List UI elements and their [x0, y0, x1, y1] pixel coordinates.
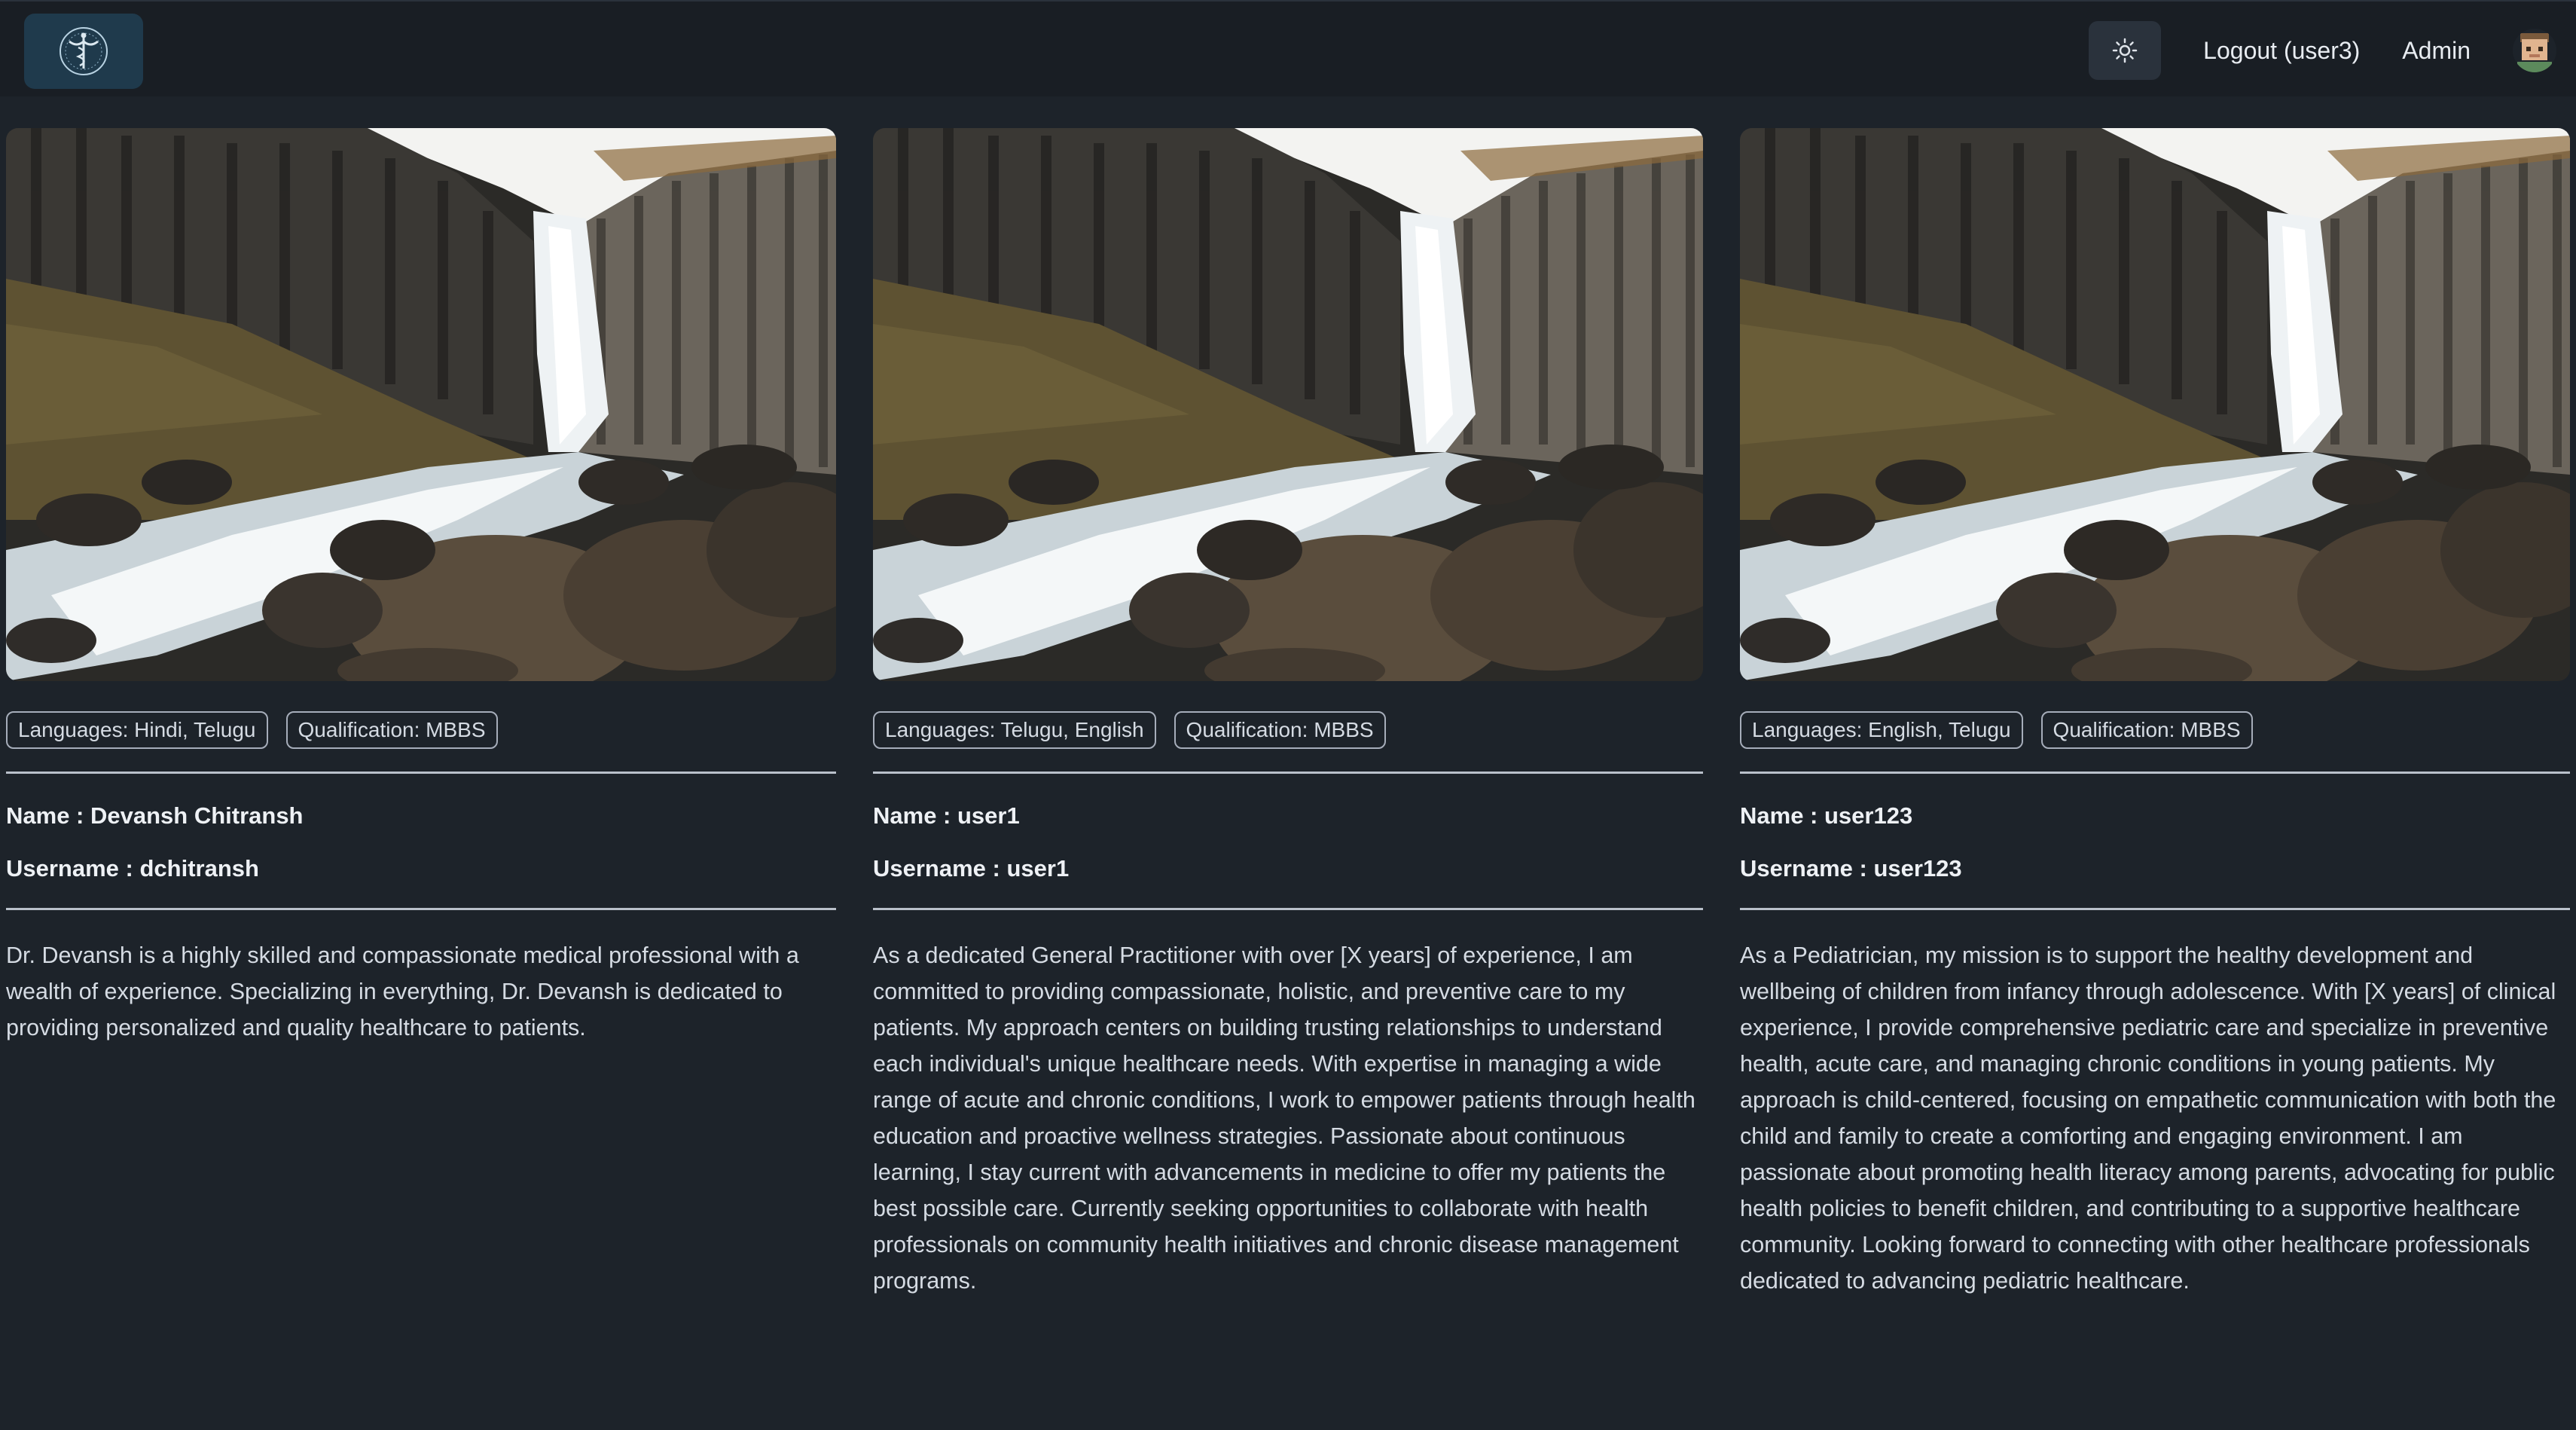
doctor-name: Name : user123 — [1740, 802, 1913, 829]
doctor-username: Username : dchitransh — [6, 855, 259, 882]
doctor-bio: Dr. Devansh is a highly skilled and comp… — [6, 943, 799, 1040]
divider — [1740, 908, 2570, 910]
doctor-username: Username : user1 — [873, 855, 1070, 882]
languages-badge: Languages: English, Telugu — [1740, 711, 2023, 749]
doctor-card: Languages: Telugu, English Qualification… — [873, 128, 1703, 1299]
languages-badge: Languages: Telugu, English — [873, 711, 1156, 749]
admin-link[interactable]: Admin — [2402, 37, 2471, 65]
navbar: Logout (user3) Admin — [0, 0, 2576, 96]
navbar-actions: Logout (user3) Admin — [2089, 21, 2556, 80]
theme-toggle-button[interactable] — [2089, 21, 2162, 80]
waterfall-photo — [1740, 128, 2570, 681]
user-avatar-icon[interactable] — [2513, 29, 2556, 72]
waterfall-photo — [873, 128, 1703, 681]
waterfall-photo — [6, 128, 836, 681]
divider — [6, 908, 836, 910]
logout-link[interactable]: Logout (user3) — [2203, 37, 2360, 65]
languages-badge: Languages: Hindi, Telugu — [6, 711, 268, 749]
qualification-badge: Qualification: MBBS — [1174, 711, 1386, 749]
divider — [873, 908, 1703, 910]
doctor-username: Username : user123 — [1740, 855, 1962, 882]
divider — [6, 772, 836, 774]
doctor-name: Name : Devansh Chitransh — [6, 802, 304, 829]
qualification-badge: Qualification: MBBS — [2040, 711, 2253, 749]
badge-row: Languages: Telugu, English Qualification… — [873, 711, 1703, 749]
doctor-card: Languages: English, Telugu Qualification… — [1740, 128, 2570, 1299]
badge-row: Languages: Hindi, Telugu Qualification: … — [6, 711, 836, 749]
doctor-card: Languages: Hindi, Telugu Qualification: … — [6, 128, 836, 1046]
doctor-cards-grid: Languages: Hindi, Telugu Qualification: … — [6, 128, 2570, 1409]
qualification-badge: Qualification: MBBS — [285, 711, 498, 749]
doctor-bio: As a Pediatrician, my mission is to supp… — [1740, 943, 2556, 1294]
doctor-name: Name : user1 — [873, 802, 1020, 829]
doctor-bio: As a dedicated General Practitioner with… — [873, 943, 1695, 1294]
badge-row: Languages: English, Telugu Qualification… — [1740, 711, 2570, 749]
caduceus-logo-icon[interactable] — [24, 14, 143, 89]
divider — [1740, 772, 2570, 774]
sun-icon — [2112, 38, 2138, 63]
divider — [873, 772, 1703, 774]
